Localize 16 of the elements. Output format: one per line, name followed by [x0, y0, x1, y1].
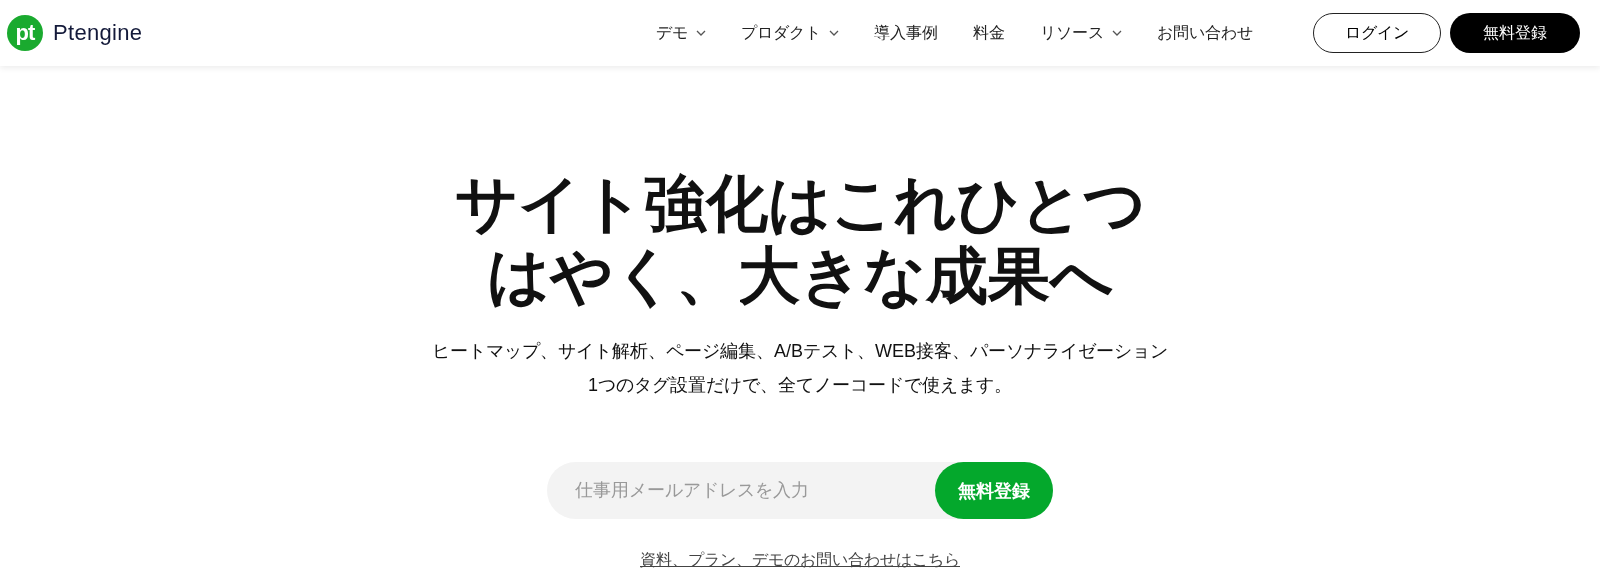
login-button[interactable]: ログイン: [1313, 13, 1441, 53]
nav-item[interactable]: リソース: [1040, 18, 1122, 48]
signup-button[interactable]: 無料登録: [1450, 13, 1580, 53]
contact-link[interactable]: 資料、プラン、デモのお問い合わせはこちら: [640, 549, 960, 571]
nav-item[interactable]: 料金: [973, 18, 1005, 48]
nav-item[interactable]: デモ: [656, 18, 706, 48]
chevron-down-icon: [1112, 30, 1122, 36]
nav-item[interactable]: プロダクト: [741, 18, 839, 48]
chevron-down-icon: [696, 30, 706, 36]
nav-item[interactable]: 導入事例: [874, 18, 938, 48]
brand-name: Ptengine: [53, 20, 143, 46]
logo-icon: pt: [7, 15, 43, 51]
chevron-down-icon: [829, 30, 839, 36]
nav-item[interactable]: お問い合わせ: [1157, 18, 1253, 48]
subtitle: ヒートマップ、サイト解析、ページ編集、A/Bテスト、WEB接客、パーソナライゼーション 1つのタグ設置だけで、全てノーコードで使えます。: [432, 340, 1168, 397]
headline: サイト強化はこれひとつ はやく、大きな成果へ: [454, 168, 1146, 312]
